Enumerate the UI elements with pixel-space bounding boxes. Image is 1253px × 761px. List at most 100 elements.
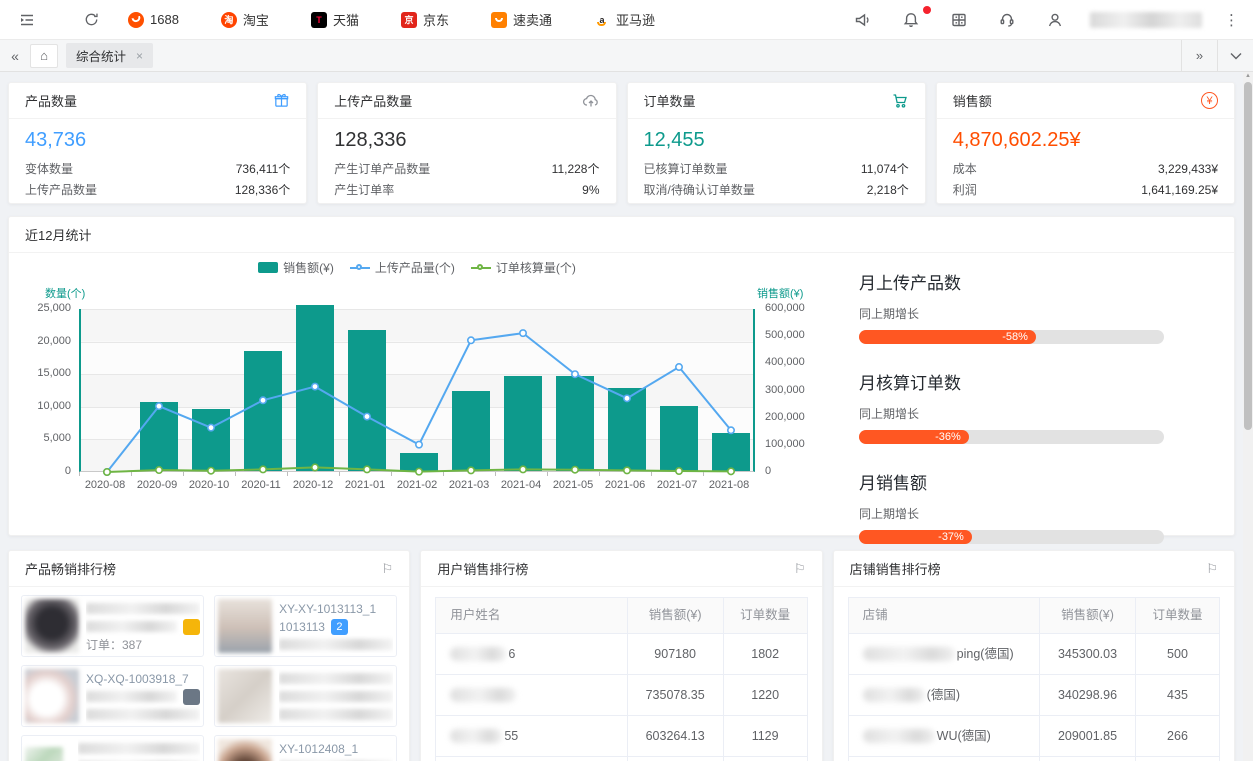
stat-row-label: 产生订单产品数量 — [334, 159, 430, 180]
product-tile[interactable]: XY-1012408_1 — [214, 735, 397, 761]
legend-line-swatch — [350, 263, 370, 273]
stat-row-label: 成本 — [953, 159, 977, 180]
orders-cell: 1394 — [723, 757, 807, 761]
marketplace-favicon: a — [594, 12, 610, 28]
table-row: n(日本)199265.69840 — [849, 756, 1219, 761]
data-point-2020-08 — [104, 469, 110, 475]
tabs-scroll-right-icon[interactable]: » — [1181, 40, 1217, 71]
stat-card-orders: 订单数量 12,455 已核算订单数量11,074个 取消/待确认订单数量2,2… — [627, 82, 926, 204]
y-axis-tick-left: 0 — [9, 465, 71, 477]
gift-icon — [273, 92, 290, 109]
stat-value: 43,736 — [25, 129, 290, 152]
stat-card-sales: 销售额 ¥ 4,870,602.25¥ 成本3,229,433¥ 利润1,641… — [936, 82, 1235, 204]
marketplace-favicon — [128, 12, 144, 28]
gauge-group: 月核算订单数 同上期增长 -36% — [859, 369, 1164, 444]
left-axis-title: 数量(个) — [45, 285, 85, 301]
ranking-title: 产品畅销排行榜 — [25, 559, 116, 578]
name-suffix: 66 — [510, 757, 524, 761]
marketplace-tab-淘宝[interactable]: 淘淘宝 — [221, 10, 269, 29]
redacted-name — [863, 729, 935, 743]
page-scrollbar[interactable]: ▲ — [1243, 72, 1253, 761]
flag-icon[interactable]: ⚐ — [794, 561, 806, 577]
flag-icon[interactable]: ⚐ — [382, 561, 394, 577]
refresh-icon[interactable] — [78, 7, 104, 33]
data-point-2021-02 — [416, 441, 422, 447]
data-point-2021-01 — [364, 466, 370, 472]
more-menu-icon[interactable]: ⋮ — [1224, 11, 1239, 29]
stat-row-value: 2,218个 — [867, 180, 909, 201]
table-row: (德国)340298.96435 — [849, 674, 1219, 715]
legend-bar-swatch — [258, 262, 278, 273]
column-header: 店铺 — [849, 598, 1039, 633]
home-tab[interactable]: ⌂ — [30, 44, 58, 68]
orders-cell: 435 — [1135, 675, 1219, 715]
scrollbar-thumb[interactable] — [1244, 82, 1252, 430]
marketplace-favicon: 淘 — [221, 12, 237, 28]
gauge-track: -58% — [859, 330, 1164, 344]
marketplace-tab-1688[interactable]: 1688 — [128, 12, 179, 28]
sales-cell: 345300.03 — [1039, 634, 1135, 674]
marketplace-tab-速卖通[interactable]: 速卖通 — [491, 10, 552, 29]
user-sales-ranking-card: 用户销售排行榜 ⚐ 用户姓名销售额(¥)订单数量6907180180273507… — [420, 550, 822, 761]
sales-cell: 209001.85 — [1039, 716, 1135, 756]
stat-value: 12,455 — [644, 129, 909, 152]
stat-card-title: 产品数量 — [25, 91, 77, 110]
stat-row-value: 1,641,169.25¥ — [1141, 180, 1218, 201]
product-image — [218, 669, 272, 723]
orders-cell: 840 — [1135, 757, 1219, 761]
orders-cell: 1220 — [723, 675, 807, 715]
legend-item[interactable]: 订单核算量(个) — [471, 259, 576, 276]
stat-card-uploads: 上传产品数量 128,336 产生订单产品数量11,228个 产生订单率9% — [317, 82, 616, 204]
stat-row-value: 736,411个 — [236, 159, 291, 180]
product-tile[interactable] — [214, 665, 397, 727]
legend-item[interactable]: 上传产品量(个) — [350, 259, 455, 276]
product-tile[interactable] — [21, 735, 204, 761]
scroll-up-icon[interactable]: ▲ — [1243, 73, 1253, 79]
product-tile[interactable]: 订单：387 — [21, 595, 204, 657]
bell-icon[interactable] — [898, 7, 924, 33]
marketplace-tab-京东[interactable]: 京京东 — [401, 10, 449, 29]
toolbar-right: ⋮ — [850, 7, 1239, 33]
table-row: 66515658.91394 — [436, 756, 806, 761]
tab-statistics[interactable]: 综合统计 × — [66, 43, 153, 68]
marketplace-tab-亚马逊[interactable]: a亚马逊 — [594, 10, 655, 29]
y-axis-tick-right: 100,000 — [765, 438, 827, 450]
cloud-upload-icon — [582, 92, 600, 110]
stat-row-label: 变体数量 — [25, 159, 73, 180]
orders-cell: 1129 — [723, 716, 807, 756]
sales-cell: 199265.69 — [1039, 757, 1135, 761]
tabs-scroll-left-icon[interactable]: « — [0, 48, 30, 64]
orders-cell: 1802 — [723, 634, 807, 674]
table-row: 55603264.131129 — [436, 715, 806, 756]
legend-item[interactable]: 销售额(¥) — [258, 259, 334, 276]
product-badge — [183, 619, 200, 635]
growth-gauges-panel: 月上传产品数 同上期增长 -58% 月核算订单数 同上期增长 -36% 月销售额… — [837, 253, 1234, 544]
stat-row-label: 产生订单率 — [334, 180, 394, 201]
product-tile[interactable]: XY-XY-1013113_110131132 — [214, 595, 397, 657]
support-icon[interactable] — [994, 7, 1020, 33]
data-point-2020-11 — [260, 397, 266, 403]
legend-label: 订单核算量(个) — [496, 259, 576, 276]
name-suffix: 6 — [508, 634, 515, 674]
stat-row-label: 利润 — [953, 180, 977, 201]
column-header: 订单数量 — [723, 598, 807, 633]
marketplace-tab-天猫[interactable]: T天猫 — [311, 10, 359, 29]
chart-legend[interactable]: 销售额(¥) 上传产品量(个) 订单核算量(个) — [79, 259, 755, 276]
flag-icon[interactable]: ⚐ — [1206, 561, 1218, 577]
name-suffix: (德国) — [927, 675, 960, 715]
y-axis-tick-right: 500,000 — [765, 329, 827, 341]
combo-chart: 销售额(¥) 上传产品量(个) 订单核算量(个) 数量(个) 销售额(¥) 0 5,0… — [9, 253, 837, 531]
announce-icon[interactable] — [850, 7, 876, 33]
apps-icon[interactable] — [946, 7, 972, 33]
username-redacted[interactable] — [1090, 12, 1202, 28]
gauge-title: 月销售额 — [859, 469, 1164, 494]
ranking-title: 店铺销售排行榜 — [850, 559, 941, 578]
tabs-dropdown-icon[interactable] — [1217, 40, 1253, 71]
product-text: XY-1012408_1 — [279, 742, 358, 756]
x-axis-tickmark — [443, 472, 444, 476]
user-icon[interactable] — [1042, 7, 1068, 33]
tab-close-icon[interactable]: × — [136, 49, 143, 63]
y-axis-tick-left: 5,000 — [9, 432, 71, 444]
product-tile[interactable]: XQ-XQ-1003918_7 — [21, 665, 204, 727]
collapse-menu-icon[interactable] — [14, 7, 40, 33]
